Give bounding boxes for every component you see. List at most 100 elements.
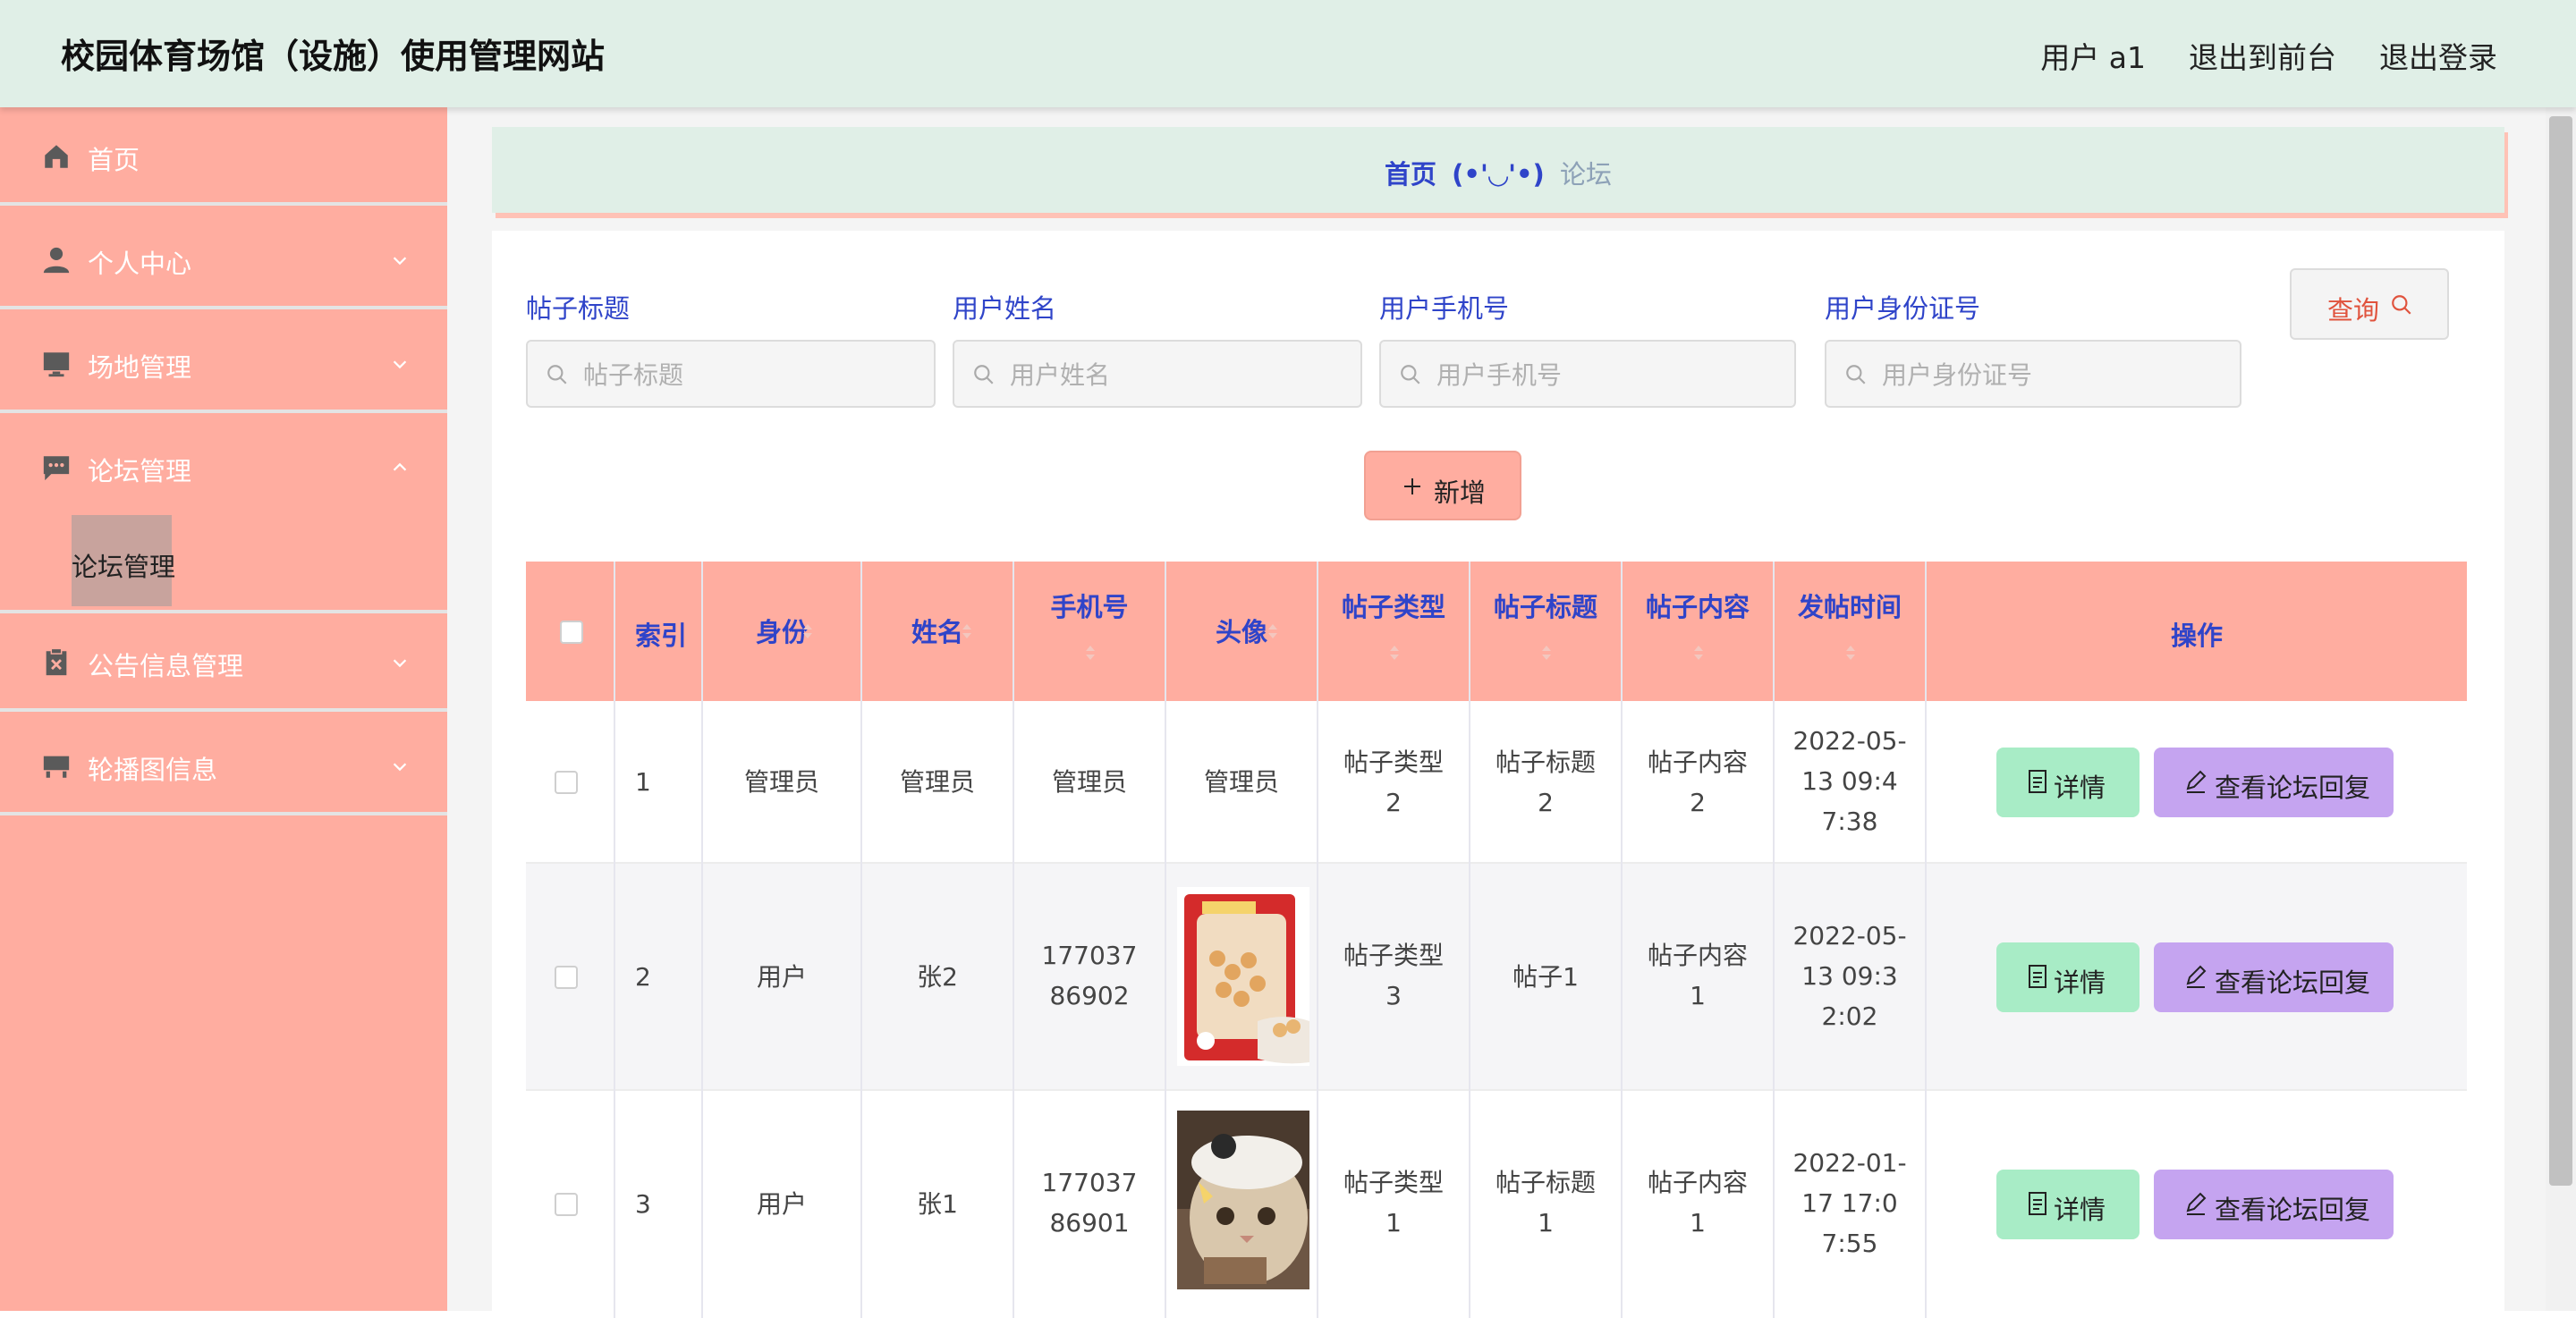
sort-caret-icon[interactable] <box>961 619 973 644</box>
search-icon <box>547 365 567 384</box>
row-post-type: 帖子类型1 <box>1343 1168 1444 1238</box>
detail-button[interactable]: 详情 <box>1996 748 2140 817</box>
cat-photo-image <box>1177 1111 1309 1289</box>
sidebar-item-notice-management[interactable]: 公告信息管理 <box>0 613 447 712</box>
sidebar-item-forum-management[interactable]: 论坛管理 <box>0 418 447 613</box>
header-name[interactable]: 姓名 <box>862 562 1014 701</box>
breadcrumb-home[interactable]: 首页 <box>1385 159 1436 190</box>
breadcrumb-current: 论坛 <box>1560 159 1613 190</box>
post-title-input[interactable] <box>581 342 911 408</box>
table-row: 3 用户 张1 17703786901 帖子类型1 帖子标题1 帖子内容1 20… <box>526 1091 2467 1318</box>
chevron-down-icon <box>393 257 407 266</box>
row-post-time: 2022-05-13 09:47:38 <box>1792 726 1907 836</box>
add-button[interactable]: 新增 <box>1364 451 1521 520</box>
detail-button-label: 详情 <box>2054 967 2106 998</box>
row-post-title: 帖子1 <box>1513 962 1579 992</box>
row-post-type: 帖子类型2 <box>1343 748 1444 817</box>
search-icon <box>1846 365 1866 384</box>
query-button[interactable]: 查询 <box>2290 268 2449 340</box>
document-icon <box>2029 770 2046 793</box>
sort-caret-icon[interactable] <box>1388 640 1401 665</box>
sidebar-subitem-label: 论坛管理 <box>72 552 176 582</box>
row-role: 管理员 <box>743 767 819 797</box>
sort-caret-icon[interactable] <box>1692 640 1705 665</box>
row-avatar: 管理员 <box>1203 767 1279 797</box>
sidebar-item-label: 个人中心 <box>88 249 192 279</box>
view-replies-button[interactable]: 查看论坛回复 <box>2154 942 2394 1012</box>
exit-to-front-link[interactable]: 退出到前台 <box>2189 34 2336 77</box>
header-post-type[interactable]: 帖子类型 <box>1318 562 1470 701</box>
row-role: 用户 <box>756 1189 807 1219</box>
sidebar-item-venue-management[interactable]: 场地管理 <box>0 315 447 413</box>
sort-caret-icon[interactable] <box>801 619 814 644</box>
user-id-card-search[interactable] <box>1825 340 2241 408</box>
user-icon <box>43 247 70 274</box>
user-id-card-label: 用户身份证号 <box>1825 293 1981 324</box>
logout-link[interactable]: 退出登录 <box>2379 34 2497 77</box>
row-post-content: 帖子内容1 <box>1647 941 1748 1010</box>
monitor-icon <box>43 352 70 377</box>
sort-caret-icon[interactable] <box>1267 619 1279 644</box>
sidebar-subitem-forum[interactable]: 论坛管理 <box>72 515 176 606</box>
sort-caret-icon[interactable] <box>1084 640 1097 665</box>
row-role: 用户 <box>756 962 807 992</box>
header-phone[interactable]: 手机号 <box>1014 562 1166 701</box>
detail-button[interactable]: 详情 <box>1996 942 2140 1012</box>
sidebar-item-carousel-info[interactable]: 轮播图信息 <box>0 717 447 815</box>
row-phone: 管理员 <box>1051 767 1127 797</box>
row-post-content: 帖子内容2 <box>1647 748 1748 817</box>
row-checkbox[interactable] <box>555 1193 578 1216</box>
header-post-time[interactable]: 发帖时间 <box>1775 562 1927 701</box>
sidebar: 首页 个人中心 场地管理 论坛管理 公告信息管理 轮播图信息 论坛管理 <box>0 107 447 1311</box>
home-icon <box>45 145 68 168</box>
user-phone-search[interactable] <box>1379 340 1796 408</box>
row-index: 2 <box>635 962 651 992</box>
user-id-card-input[interactable] <box>1880 342 2215 408</box>
query-button-label: 查询 <box>2327 295 2380 325</box>
header-select-all-cell <box>526 562 615 701</box>
view-replies-button[interactable]: 查看论坛回复 <box>2154 748 2394 817</box>
row-checkbox[interactable] <box>555 966 578 989</box>
detail-button-label: 详情 <box>2054 1195 2106 1225</box>
row-name: 张1 <box>917 1189 958 1219</box>
current-user-label[interactable]: 用户 a1 <box>2040 34 2146 77</box>
header-avatar[interactable]: 头像 <box>1166 562 1318 701</box>
user-name-search[interactable] <box>953 340 1362 408</box>
chevron-down-icon <box>393 763 407 772</box>
sidebar-item-label: 公告信息管理 <box>88 651 244 681</box>
detail-button[interactable]: 详情 <box>1996 1170 2140 1239</box>
view-replies-button[interactable]: 查看论坛回复 <box>2154 1170 2394 1239</box>
document-x-icon <box>46 647 67 676</box>
row-post-title: 帖子标题1 <box>1495 1168 1596 1238</box>
header-links: 用户 a1 退出到前台 退出登录 <box>2040 34 2497 77</box>
user-phone-input[interactable] <box>1435 342 1769 408</box>
post-title-search[interactable] <box>526 340 936 408</box>
row-checkbox[interactable] <box>555 771 578 794</box>
sort-caret-icon[interactable] <box>1540 640 1553 665</box>
sidebar-item-home[interactable]: 首页 <box>0 107 447 206</box>
chevron-down-icon <box>393 659 407 668</box>
header-post-title[interactable]: 帖子标题 <box>1470 562 1623 701</box>
row-post-type: 帖子类型3 <box>1343 941 1444 1010</box>
sort-caret-icon[interactable] <box>1844 640 1857 665</box>
edit-icon <box>2186 1192 2207 1215</box>
post-title-label: 帖子标题 <box>526 293 631 324</box>
header-post-content[interactable]: 帖子内容 <box>1623 562 1775 701</box>
row-index: 3 <box>635 1189 651 1219</box>
row-post-content: 帖子内容1 <box>1647 1168 1748 1238</box>
sidebar-item-personal-center[interactable]: 个人中心 <box>0 211 447 309</box>
user-name-label: 用户姓名 <box>953 293 1057 324</box>
breadcrumb: 首页 (•'◡'•) 论坛 <box>492 127 2504 213</box>
select-all-checkbox[interactable] <box>560 621 583 644</box>
user-name-input[interactable] <box>1008 342 1337 408</box>
header-index: 索引 <box>615 562 703 701</box>
row-name: 管理员 <box>899 767 975 797</box>
scrollbar-thumb[interactable] <box>2549 116 2572 1186</box>
row-post-time: 2022-05-13 09:32:02 <box>1792 921 1907 1031</box>
carousel-icon <box>43 756 70 778</box>
search-icon <box>974 365 994 384</box>
edit-icon <box>2186 965 2207 988</box>
sidebar-item-label: 轮播图信息 <box>88 755 218 785</box>
header-role[interactable]: 身份 <box>703 562 862 701</box>
table-header-row: 索引 身份 姓名 手机号 头像 帖子类型 帖子标题 帖子内容 发帖时间 操作 <box>526 562 2467 701</box>
